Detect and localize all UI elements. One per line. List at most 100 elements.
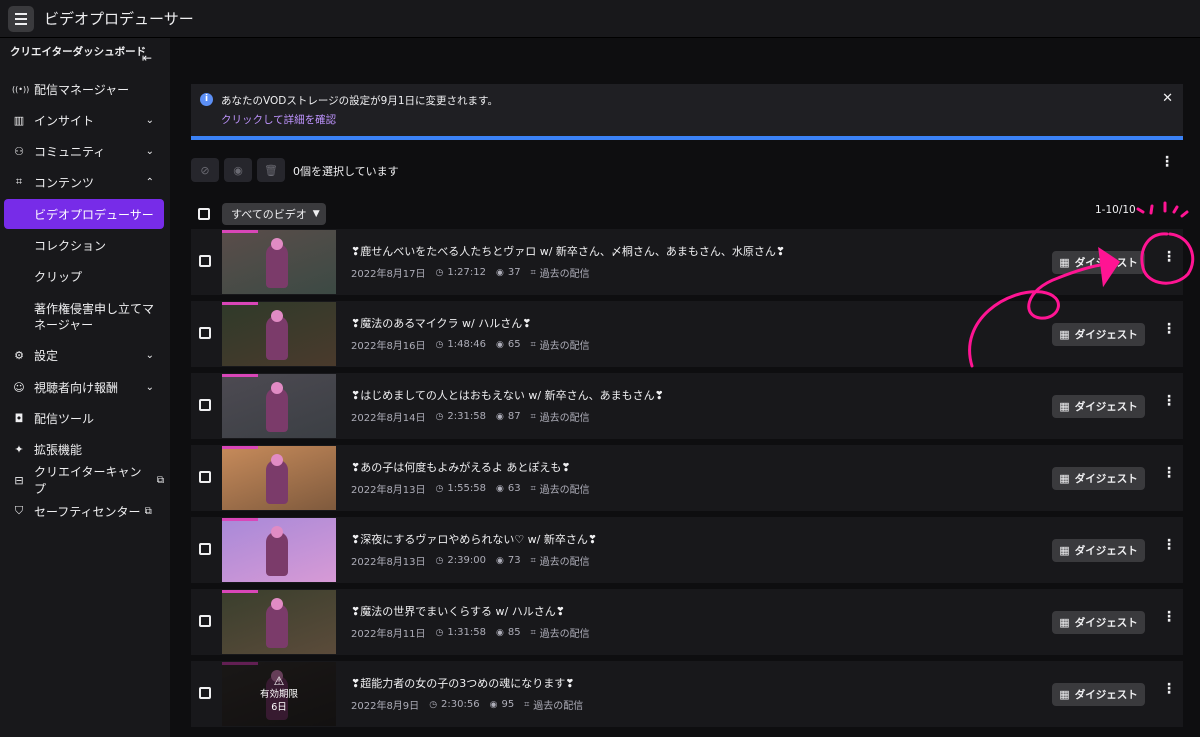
- delete-button[interactable]: 🗑: [257, 158, 285, 182]
- sidebar-item-label: 設定: [34, 348, 59, 363]
- video-checkbox[interactable]: [199, 255, 211, 267]
- video-checkbox[interactable]: [199, 399, 211, 411]
- highlight-button[interactable]: ▦ ダイジェスト: [1052, 323, 1145, 346]
- thumbnail-progress-bar: [222, 446, 258, 449]
- video-checkbox[interactable]: [199, 327, 211, 339]
- video-thumbnail[interactable]: [222, 590, 336, 654]
- thumbnail-progress-bar: [222, 230, 258, 233]
- thumbnail-progress-bar: [222, 374, 258, 377]
- video-row[interactable]: ❣はじめましての人とはおもえない w/ 新卒さん、あまもさん❣ 2022年8月14…: [191, 373, 1183, 439]
- highlight-button[interactable]: ▦ ダイジェスト: [1052, 611, 1145, 634]
- video-title[interactable]: ❣超能力者の女の子の3つめの魂になります❣: [351, 675, 574, 691]
- more-options-icon[interactable]: ⋮: [1162, 609, 1176, 625]
- hide-button[interactable]: ⊘: [191, 158, 219, 182]
- highlight-button[interactable]: ▦ ダイジェスト: [1052, 683, 1145, 706]
- sidebar-subitem-clips[interactable]: クリップ: [4, 261, 164, 291]
- sidebar-subitem-collections[interactable]: コレクション: [4, 230, 164, 260]
- video-duration: 2:31:58: [447, 411, 486, 422]
- highlight-button[interactable]: ▦ ダイジェスト: [1052, 467, 1145, 490]
- hamburger-menu-button[interactable]: [8, 5, 34, 32]
- more-options-icon[interactable]: ⋮: [1162, 537, 1176, 553]
- more-options-icon[interactable]: ⋮: [1162, 249, 1176, 265]
- sidebar-item-viewer-rewards[interactable]: ☺ 視聴者向け報酬 ⌄: [4, 372, 164, 402]
- banner-details-link[interactable]: クリックして詳細を確認: [221, 112, 336, 127]
- video-thumbnail[interactable]: [222, 230, 336, 294]
- sidebar-item-content[interactable]: ⌗ コンテンツ ⌃: [4, 167, 164, 197]
- close-icon[interactable]: ✕: [1162, 91, 1173, 106]
- video-title[interactable]: ❣鹿せんべいをたべる人たちとヴァロ w/ 新卒さん、〆桐さん、あまもさん、水原さ…: [351, 243, 785, 259]
- sidebar-item-stream-tools[interactable]: ◘ 配信ツール: [4, 403, 164, 433]
- top-bar: ビデオプロデューサー: [0, 0, 1200, 38]
- video-row[interactable]: ❣あの子は何度もよみがえるよ あとぽえも❣ 2022年8月13日 ◷ 1:55:58 ◉…: [191, 445, 1183, 511]
- thumbnail-character-head: [271, 310, 283, 322]
- video-checkbox[interactable]: [199, 543, 211, 555]
- sidebar-subitem-copyright-claims[interactable]: 著作権侵害申し立てマネージャー: [4, 298, 154, 336]
- sidebar-item-label: 配信マネージャー: [34, 82, 130, 97]
- video-filter-dropdown[interactable]: すべてのビデオ ▼: [222, 203, 326, 225]
- video-date: 2022年8月14日: [351, 413, 426, 424]
- more-options-icon[interactable]: ⋮: [1162, 321, 1176, 337]
- more-options-icon[interactable]: ⋮: [1162, 465, 1176, 481]
- video-date: 2022年8月17日: [351, 269, 426, 280]
- video-title[interactable]: ❣深夜にするヴァロやめられない♡ w/ 新卒さん❣: [351, 531, 597, 547]
- reward-icon: ☺: [13, 380, 25, 394]
- eye-icon: ◉: [495, 483, 504, 494]
- video-meta: 2022年8月14日 ◷ 2:31:58 ◉ 87 ⌗ 過去の配信: [351, 409, 590, 424]
- video-thumbnail[interactable]: ⚠ 有効期限 6日: [222, 662, 336, 726]
- video-views: 85: [507, 627, 521, 638]
- thumbnail-character: [266, 316, 288, 360]
- warning-icon: ⚠: [273, 673, 285, 688]
- video-type: 過去の配信: [539, 341, 590, 352]
- video-meta: 2022年8月16日 ◷ 1:48:46 ◉ 65 ⌗ 過去の配信: [351, 337, 590, 352]
- video-duration: 2:39:00: [447, 555, 486, 566]
- video-checkbox[interactable]: [199, 687, 211, 699]
- thumbnail-character-head: [271, 238, 283, 250]
- app-title: ビデオプロデューサー: [44, 10, 194, 28]
- more-options-icon[interactable]: ⋮: [1162, 393, 1176, 409]
- video-thumbnail[interactable]: [222, 518, 336, 582]
- selection-count: 0個を選択しています: [293, 165, 399, 178]
- film-icon: ▦: [1059, 616, 1070, 629]
- highlight-button[interactable]: ▦ ダイジェスト: [1052, 395, 1145, 418]
- video-thumbnail[interactable]: [222, 374, 336, 438]
- thumbnail-character-head: [271, 382, 283, 394]
- video-row[interactable]: ❣鹿せんべいをたべる人たちとヴァロ w/ 新卒さん、〆桐さん、あまもさん、水原さ…: [191, 229, 1183, 295]
- past-broadcast-icon: ⌗: [530, 483, 536, 494]
- clock-icon: ◷: [435, 339, 444, 350]
- video-title[interactable]: ❣あの子は何度もよみがえるよ あとぽえも❣: [351, 459, 571, 475]
- video-checkbox[interactable]: [199, 615, 211, 627]
- highlight-button[interactable]: ▦ ダイジェスト: [1052, 251, 1145, 274]
- more-options-icon[interactable]: ⋮: [1162, 681, 1176, 697]
- video-row[interactable]: ❣魔法のあるマイクラ w/ ハルさん❣ 2022年8月16日 ◷ 1:48:46 ◉ 65…: [191, 301, 1183, 367]
- clock-icon: ◷: [435, 267, 444, 278]
- show-button[interactable]: ◉: [224, 158, 252, 182]
- sidebar-item-community[interactable]: ⚇ コミュニティ ⌄: [4, 136, 164, 166]
- video-thumbnail[interactable]: [222, 302, 336, 366]
- sidebar-subitem-video-producer[interactable]: ビデオプロデューサー: [4, 199, 164, 229]
- select-all-checkbox[interactable]: [198, 208, 210, 220]
- sidebar-item-creator-camp[interactable]: ⊟ クリエイターキャンプ ⧉: [4, 465, 164, 496]
- sidebar-item-extensions[interactable]: ✦ 拡張機能: [4, 434, 164, 464]
- video-checkbox[interactable]: [199, 471, 211, 483]
- video-row[interactable]: ❣魔法の世界でまいくらする w/ ハルさん❣ 2022年8月11日 ◷ 1:31:58…: [191, 589, 1183, 655]
- thumbnail-character-head: [271, 454, 283, 466]
- notice-banner: i あなたのVODストレージの設定が9月1日に変更されます。 クリックして詳細を…: [191, 84, 1183, 140]
- past-broadcast-icon: ⌗: [530, 627, 536, 638]
- video-title[interactable]: ❣はじめましての人とはおもえない w/ 新卒さん、あまもさん❣: [351, 387, 664, 403]
- video-row[interactable]: ❣深夜にするヴァロやめられない♡ w/ 新卒さん❣ 2022年8月13日 ◷ 2:39…: [191, 517, 1183, 583]
- film-icon: ▦: [1059, 328, 1070, 341]
- film-icon: ▦: [1059, 400, 1070, 413]
- video-row[interactable]: ⚠ 有効期限 6日 ❣超能力者の女の子の3つめの魂になります❣ 2022年8月9日 ◷ 2:…: [191, 661, 1183, 727]
- sidebar-item-safety-center[interactable]: ⛉ セーフティセンター ⧉: [4, 496, 164, 526]
- video-title[interactable]: ❣魔法の世界でまいくらする w/ ハルさん❣: [351, 603, 565, 619]
- sidebar-item-stream-manager[interactable]: ((•)) 配信マネージャー: [4, 74, 164, 104]
- sidebar-item-insights[interactable]: ▥ インサイト ⌄: [4, 105, 164, 135]
- collapse-sidebar-icon[interactable]: ⇤: [142, 51, 152, 65]
- highlight-button[interactable]: ▦ ダイジェスト: [1052, 539, 1145, 562]
- video-thumbnail[interactable]: [222, 446, 336, 510]
- video-duration: 1:48:46: [447, 339, 486, 350]
- sidebar-item-settings[interactable]: ⚙ 設定 ⌄: [4, 340, 164, 370]
- video-title[interactable]: ❣魔法のあるマイクラ w/ ハルさん❣: [351, 315, 531, 331]
- more-options-icon[interactable]: ⋮: [1160, 154, 1174, 170]
- video-type: 過去の配信: [539, 269, 590, 280]
